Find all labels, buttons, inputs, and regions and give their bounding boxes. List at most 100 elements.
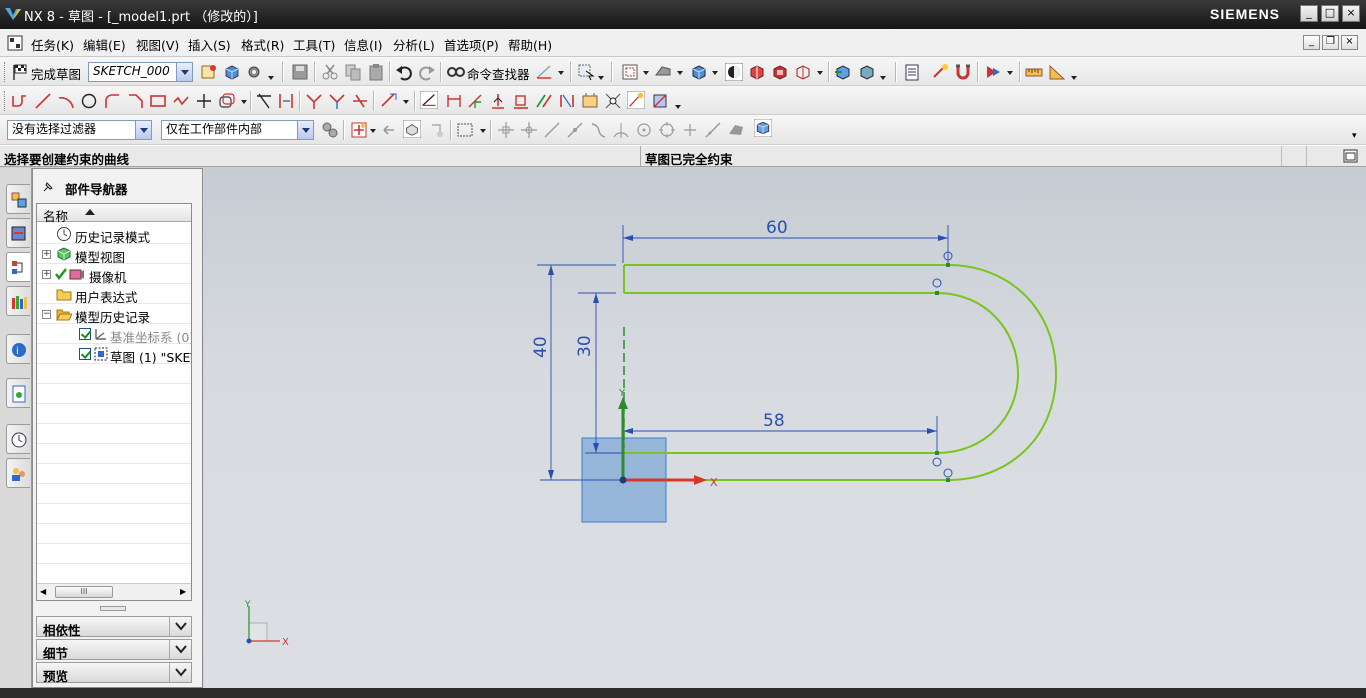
sketch-origin[interactable] bbox=[619, 476, 627, 484]
constraint-dropdown-icon[interactable] bbox=[558, 71, 564, 75]
close-button[interactable]: × bbox=[1342, 5, 1360, 22]
quick-dimension-icon[interactable] bbox=[380, 92, 398, 110]
tree-row-model-history[interactable]: − 模型历史记录 bbox=[37, 304, 191, 325]
chamfer-icon[interactable] bbox=[126, 92, 144, 110]
offset-curve-icon[interactable] bbox=[218, 92, 236, 110]
visibility-checkbox[interactable] bbox=[79, 328, 91, 340]
make-corner-icon[interactable] bbox=[305, 92, 323, 110]
undo-selection-icon[interactable] bbox=[380, 121, 398, 139]
chevron-down-icon[interactable] bbox=[169, 640, 191, 659]
point-on-curve-snap-icon[interactable] bbox=[658, 121, 676, 139]
undo-icon[interactable] bbox=[395, 63, 413, 81]
select-feature-icon[interactable] bbox=[403, 120, 421, 138]
cut-icon[interactable] bbox=[321, 63, 339, 81]
visibility-checkbox[interactable] bbox=[79, 348, 91, 360]
copy-icon[interactable] bbox=[344, 63, 362, 81]
select-mode-dropdown-icon[interactable] bbox=[598, 76, 604, 80]
menu-insert[interactable]: 插入(S) bbox=[188, 35, 231, 54]
snap-dropdown-icon[interactable] bbox=[370, 129, 376, 133]
reattach-icon[interactable] bbox=[223, 63, 241, 81]
tree-row-user-expressions[interactable]: 用户表达式 bbox=[37, 284, 191, 305]
tree-row-cameras[interactable]: + 摄像机 bbox=[37, 264, 191, 285]
menu-view[interactable]: 视图(V) bbox=[136, 35, 179, 54]
quick-extend-icon[interactable] bbox=[277, 92, 295, 110]
menu-analysis[interactable]: 分析(L) bbox=[393, 35, 435, 54]
menu-help[interactable]: 帮助(H) bbox=[508, 35, 552, 54]
orient-view-dropdown-icon[interactable] bbox=[712, 71, 718, 75]
move-dropdown-icon[interactable] bbox=[880, 76, 886, 80]
dimension-58[interactable]: 58 bbox=[763, 411, 785, 431]
select-mode-icon[interactable] bbox=[577, 63, 595, 81]
internet-explorer-tab[interactable]: i bbox=[6, 334, 30, 364]
tree-row-model-views[interactable]: + 模型视图 bbox=[37, 244, 191, 265]
point-on-surface-snap-icon[interactable] bbox=[704, 121, 722, 139]
scroll-right-icon[interactable]: ▶ bbox=[180, 587, 186, 596]
scope-filter-select[interactable]: 仅在工作部件内部 bbox=[161, 120, 314, 140]
orient-view-icon[interactable] bbox=[690, 63, 708, 81]
render-style-icon[interactable] bbox=[654, 63, 672, 81]
sketch-options-dropdown-icon[interactable] bbox=[268, 76, 274, 80]
tree-row-sketch[interactable]: 草图 (1) "SKETCH_000" bbox=[37, 344, 191, 365]
full-screen-icon[interactable] bbox=[1343, 149, 1358, 163]
point-icon[interactable] bbox=[195, 92, 213, 110]
continuous-auto-dimension-icon[interactable] bbox=[627, 91, 645, 109]
edit-section-icon[interactable] bbox=[794, 63, 812, 81]
splitter-handle[interactable] bbox=[100, 606, 126, 611]
menu-info[interactable]: 信息(I) bbox=[344, 35, 382, 54]
measure-dropdown-icon[interactable] bbox=[1071, 76, 1077, 80]
end-point-snap-icon[interactable] bbox=[497, 121, 515, 139]
sketch-constraint-icon[interactable] bbox=[535, 63, 553, 81]
doc-minimize-button[interactable]: _ bbox=[1303, 35, 1320, 50]
dimension-40[interactable]: 40 bbox=[531, 336, 551, 358]
snap-point-icon[interactable] bbox=[350, 121, 368, 139]
scroll-thumb[interactable]: III bbox=[55, 586, 113, 598]
show-constraints-icon[interactable] bbox=[467, 92, 485, 110]
rectangle-icon[interactable] bbox=[149, 92, 167, 110]
control-point-snap-icon[interactable] bbox=[543, 121, 561, 139]
history-tab[interactable] bbox=[6, 378, 30, 408]
menu-edit[interactable]: 编辑(E) bbox=[83, 35, 126, 54]
alternate-solution-icon[interactable] bbox=[535, 92, 553, 110]
geometric-constraints-icon[interactable] bbox=[420, 91, 438, 109]
selection-settings-icon[interactable] bbox=[321, 121, 339, 139]
create-inferred-constraints-icon[interactable] bbox=[652, 92, 670, 110]
menu-format[interactable]: 格式(R) bbox=[241, 35, 284, 54]
horizontal-scrollbar[interactable]: ◀ III ▶ bbox=[37, 583, 191, 600]
minimize-button[interactable]: _ bbox=[1300, 5, 1318, 22]
assembly-navigator-tab[interactable] bbox=[6, 184, 30, 214]
wcs-icon[interactable] bbox=[931, 63, 949, 81]
convert-reference-icon[interactable] bbox=[512, 92, 530, 110]
sketch-options-icon[interactable] bbox=[246, 63, 264, 81]
animate-dimension-icon[interactable] bbox=[581, 92, 599, 110]
bounded-grid-snap-icon[interactable] bbox=[727, 121, 745, 139]
line-icon[interactable] bbox=[34, 92, 52, 110]
tree-row-history-mode[interactable]: 历史记录模式 bbox=[37, 224, 191, 245]
quadrant-snap-icon[interactable] bbox=[635, 121, 653, 139]
chevron-down-icon[interactable] bbox=[169, 663, 191, 682]
auto-constrain-icon[interactable] bbox=[328, 92, 346, 110]
menu-preferences[interactable]: 首选项(P) bbox=[444, 35, 499, 54]
finish-flag-icon[interactable] bbox=[11, 63, 29, 81]
preview-panel-header[interactable]: 预览 bbox=[36, 662, 192, 684]
toolbar-grip[interactable] bbox=[4, 62, 7, 82]
type-filter-dropdown-icon[interactable] bbox=[135, 121, 151, 139]
animation-icon[interactable] bbox=[984, 63, 1002, 81]
polygon-icon[interactable] bbox=[172, 92, 190, 110]
menu-tools[interactable]: 工具(T) bbox=[293, 35, 335, 54]
reuse-library-tab[interactable] bbox=[6, 286, 30, 316]
dimension-constraint-icon[interactable] bbox=[445, 92, 463, 110]
tangent-snap-icon[interactable] bbox=[612, 121, 630, 139]
redo-icon[interactable] bbox=[418, 63, 436, 81]
shade-icon[interactable] bbox=[725, 63, 743, 81]
select-body-icon[interactable] bbox=[428, 121, 446, 139]
existing-point-snap-icon[interactable] bbox=[681, 121, 699, 139]
intersection-snap-icon[interactable] bbox=[566, 121, 584, 139]
layer-icon[interactable] bbox=[903, 63, 921, 81]
doc-close-button[interactable]: × bbox=[1341, 35, 1358, 50]
roles-tab[interactable] bbox=[6, 458, 30, 488]
finish-sketch-button[interactable]: 完成草图 bbox=[31, 64, 81, 83]
menu-task[interactable]: 任务(K) bbox=[31, 35, 74, 54]
fit-view-dropdown-icon[interactable] bbox=[643, 71, 649, 75]
select-method-dropdown-icon[interactable] bbox=[480, 129, 486, 133]
constraint-navigator-tab[interactable] bbox=[6, 218, 30, 248]
